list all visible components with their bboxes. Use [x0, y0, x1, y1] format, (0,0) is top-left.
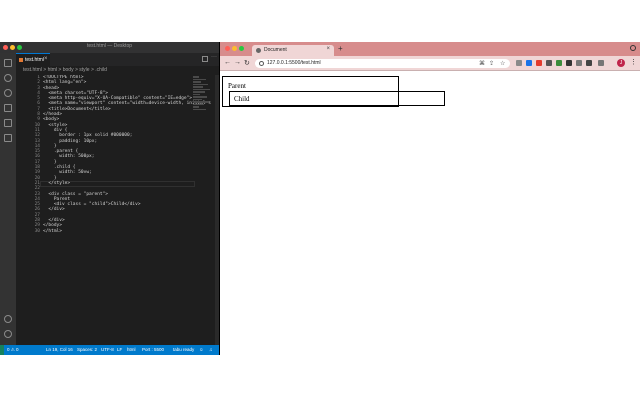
sidebar-icon[interactable]	[598, 60, 604, 66]
minimap-line	[193, 91, 205, 93]
browser-toolbar: ← → ↻ 127.0.0.1:5500/test.html ⌘ ⇪ ☆ J ⋮	[220, 56, 640, 71]
minimap-line	[193, 78, 206, 80]
encoding-status[interactable]: UTF-8	[101, 345, 114, 355]
parent-div: Parent Child	[222, 76, 445, 107]
language-status[interactable]: html	[127, 345, 136, 355]
editor-tab-bar: test.html × ···	[16, 53, 219, 66]
page-viewport: Parent Child	[220, 72, 640, 355]
code-text[interactable]: <!DOCTYPE html> <html lang="en"> <head> <m…	[43, 75, 211, 234]
cursor-position-status[interactable]: Ln 19, Col 16	[46, 345, 73, 355]
extension-6-icon[interactable]	[566, 60, 572, 66]
code-editor[interactable]: 1 2 3 4 5 6 7 8 9 10 11 12 13 14 15 16 17 18 19 20 21 22 23 24 2…	[16, 75, 219, 345]
browser-tab[interactable]: Document ×	[252, 45, 334, 56]
puzzle-extensions-icon[interactable]	[586, 60, 592, 66]
parent-text: Parent	[228, 82, 246, 90]
line-number-gutter: 1 2 3 4 5 6 7 8 9 10 11 12 13 14 15 16 17 18 19 20 21 22 23 24 2…	[16, 75, 40, 234]
extension-4-icon[interactable]	[546, 60, 552, 66]
browser-close-button[interactable]	[225, 46, 230, 51]
extension-7-icon[interactable]	[576, 60, 582, 66]
remote-indicator[interactable]	[0, 345, 4, 355]
browser-tab-title: Document	[264, 47, 287, 53]
remote-explorer-icon[interactable]	[4, 134, 12, 142]
browser-menu-icon[interactable]: ⋮	[630, 58, 637, 66]
browser-minimize-button[interactable]	[232, 46, 237, 51]
editor-tab-label: test.html	[25, 57, 44, 63]
breadcrumb[interactable]: test.html > html > body > style > .child	[16, 66, 219, 75]
site-info-icon[interactable]	[259, 61, 264, 66]
reload-icon[interactable]: ↻	[244, 59, 250, 67]
extensions-icon[interactable]	[4, 119, 12, 127]
vscode-titlebar: test.html — Desktop	[0, 42, 219, 53]
status-bar: 0 ⚠ 0 Ln 19, Col 16 Spaces: 2 UTF-8 LF h…	[0, 345, 219, 355]
tab-search-icon[interactable]	[630, 45, 636, 51]
extension-3-icon[interactable]	[536, 60, 542, 66]
run-debug-icon[interactable]	[4, 104, 12, 112]
indentation-status[interactable]: Spaces: 2	[77, 345, 97, 355]
prettier-status[interactable]: tabu ready	[173, 345, 194, 355]
split-editor-icon[interactable]	[202, 56, 208, 62]
minimap-line	[193, 83, 208, 85]
close-tab-icon[interactable]: ×	[326, 46, 330, 52]
child-div: Child	[229, 91, 445, 106]
search-icon[interactable]	[4, 74, 12, 82]
translate-icon[interactable]: ⌘	[479, 60, 485, 67]
child-text: Child	[234, 95, 250, 103]
minimap-line	[193, 96, 207, 98]
bookmark-star-icon[interactable]: ☆	[500, 60, 505, 67]
explorer-icon[interactable]	[4, 59, 12, 67]
minimap-line	[193, 93, 200, 95]
minimap-line	[193, 76, 199, 78]
minimap-line	[193, 86, 203, 88]
code-line[interactable]: </html>	[43, 229, 193, 234]
settings-gear-icon[interactable]	[4, 330, 12, 338]
editor-tab[interactable]: test.html ×	[16, 53, 50, 66]
minimap-line	[193, 101, 209, 103]
code-line[interactable]: <meta name="viewport" content="width=dev…	[43, 101, 211, 106]
browser-maximize-button[interactable]	[239, 46, 244, 51]
share-icon[interactable]: ⇪	[489, 60, 494, 67]
extension-1-icon[interactable]	[516, 60, 522, 66]
minimap-line	[193, 106, 199, 108]
close-tab-icon[interactable]: ×	[44, 56, 48, 62]
extension-5-icon[interactable]	[556, 60, 562, 66]
minimap[interactable]	[193, 75, 213, 115]
notifications-bell-icon[interactable]: ♫	[209, 345, 212, 355]
line-number: 30	[34, 228, 40, 234]
feedback-icon[interactable]: ☺	[199, 345, 204, 355]
screen: test.html — Desktop test.html × ··· test…	[0, 42, 640, 355]
live-server-port-status[interactable]: Port : 5500	[142, 345, 164, 355]
minimap-line	[193, 103, 204, 105]
vscode-window: test.html — Desktop test.html × ··· test…	[0, 42, 219, 355]
minimap-line	[193, 88, 210, 90]
address-bar[interactable]: 127.0.0.1:5500/test.html ⌘ ⇪ ☆	[255, 59, 510, 68]
url-text[interactable]: 127.0.0.1:5500/test.html	[267, 60, 321, 66]
account-icon[interactable]	[4, 315, 12, 323]
profile-avatar[interactable]: J	[617, 59, 625, 67]
window-title: test.html — Desktop	[86, 43, 132, 49]
new-tab-button[interactable]: +	[338, 44, 343, 53]
more-actions-icon[interactable]: ···	[211, 54, 217, 60]
eol-status[interactable]: LF	[117, 345, 122, 355]
source-control-icon[interactable]	[4, 89, 12, 97]
extension-2-icon[interactable]	[526, 60, 532, 66]
minimap-line	[193, 81, 201, 83]
html-file-icon	[19, 58, 23, 62]
problems-status[interactable]: 0 ⚠ 0	[7, 345, 19, 355]
globe-icon	[256, 48, 261, 53]
minimap-line	[193, 108, 206, 110]
forward-arrow-icon[interactable]: →	[234, 59, 241, 66]
browser-tab-strip: Document × +	[220, 42, 640, 56]
back-arrow-icon[interactable]: ←	[224, 59, 231, 66]
activity-bar	[0, 53, 16, 345]
minimap-line	[193, 98, 202, 100]
browser-window: Document × + ← → ↻ 127.0.0.1:5500/test.h…	[219, 42, 640, 355]
